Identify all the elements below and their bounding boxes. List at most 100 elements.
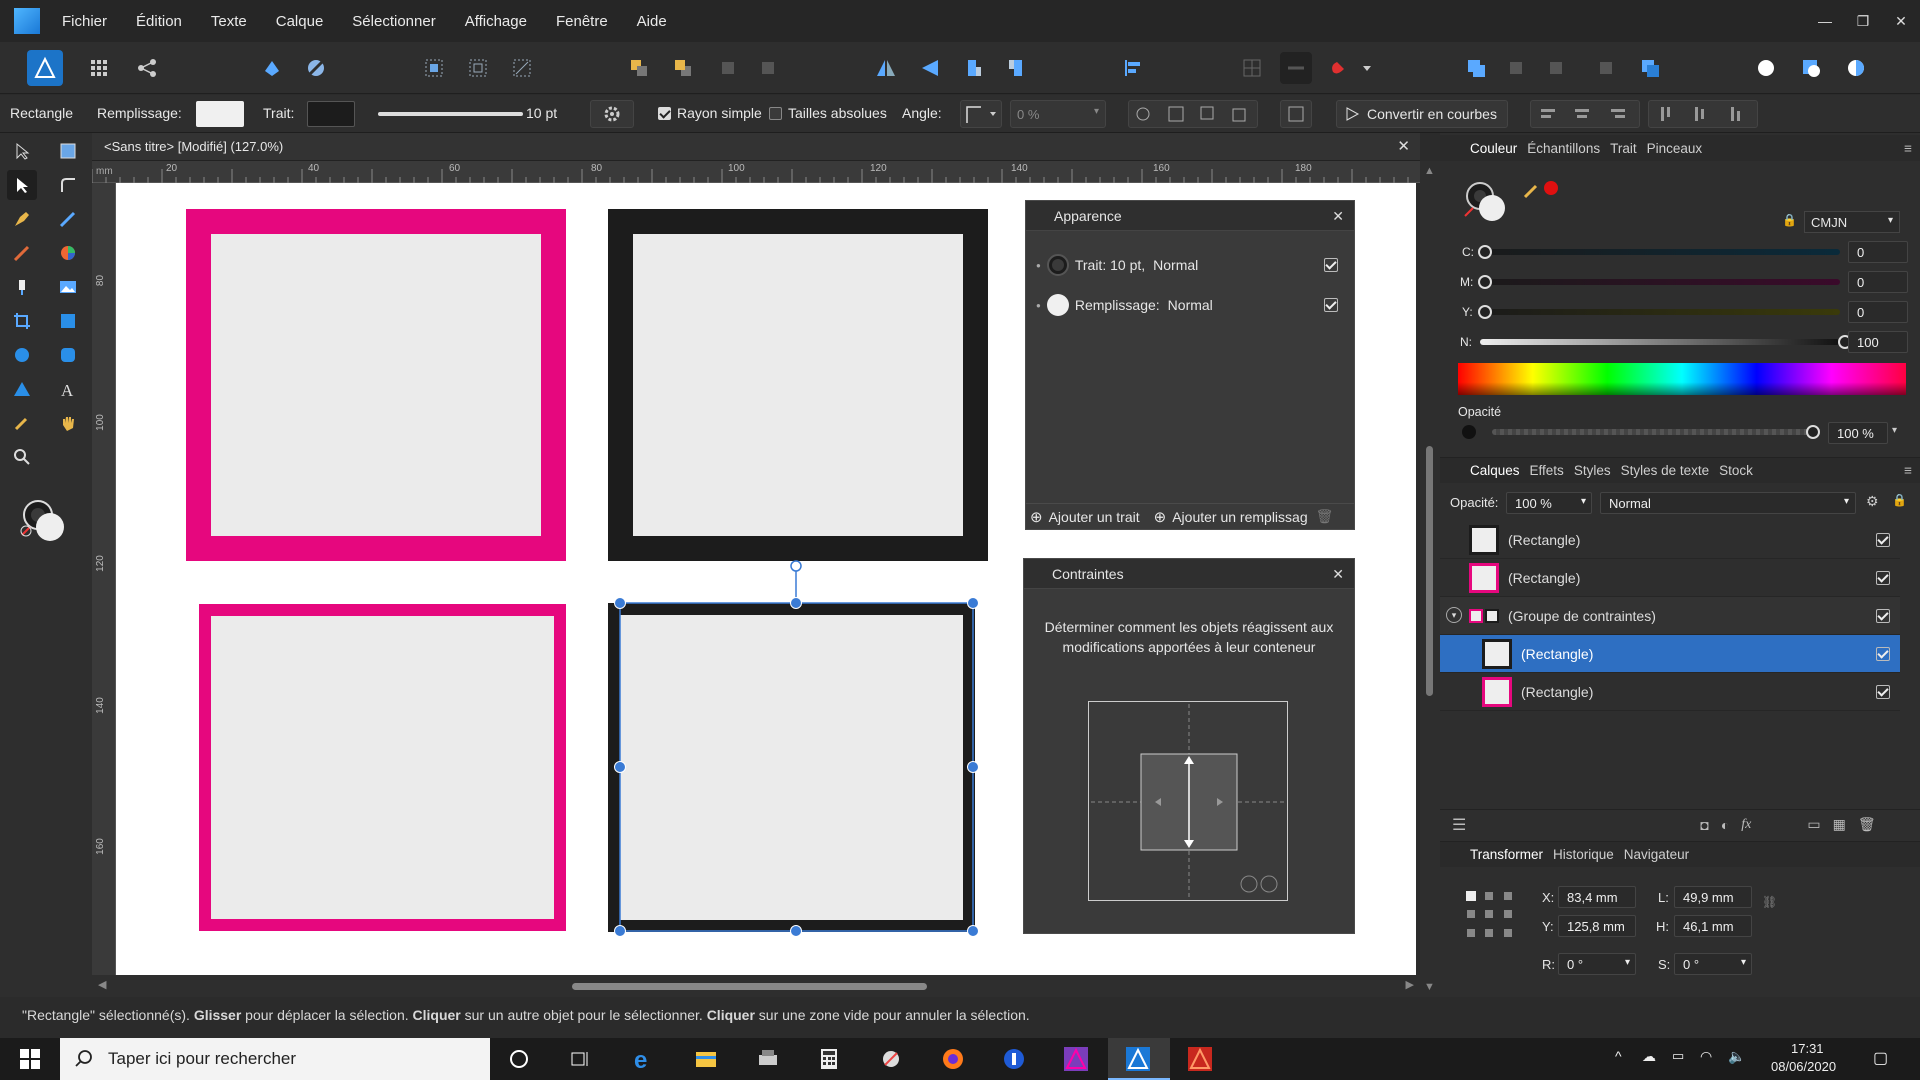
restore-button[interactable]: ❐	[1844, 0, 1882, 42]
volume-icon[interactable]: 🔈	[1728, 1048, 1745, 1065]
cloud-icon[interactable]: ☁	[1642, 1048, 1656, 1065]
layer-opacity-input[interactable]: 100 % ▾	[1506, 492, 1592, 514]
pen-tool[interactable]	[7, 204, 37, 234]
layer-row-selected[interactable]: (Rectangle)	[1440, 635, 1900, 673]
tab-trait[interactable]: Trait	[1610, 141, 1637, 156]
rotation-input[interactable]: 0 ° ▾	[1558, 953, 1636, 975]
wifi-icon[interactable]: ◠	[1700, 1048, 1712, 1065]
tab-historique[interactable]: Historique	[1553, 847, 1614, 862]
channel-y-input[interactable]: 0	[1848, 301, 1908, 323]
reset-shape-button[interactable]	[1280, 100, 1312, 128]
pencil-tool[interactable]	[53, 204, 83, 234]
notifications-icon[interactable]: ▢	[1873, 1048, 1888, 1068]
flip-horizontal-button[interactable]	[870, 52, 902, 84]
align-vertical-group[interactable]	[1648, 100, 1758, 128]
flip-vertical-button[interactable]	[914, 52, 946, 84]
scroll-up-icon[interactable]: ▲	[1424, 165, 1435, 177]
x-input[interactable]: 83,4 mm	[1558, 886, 1636, 908]
arrange-front-button[interactable]	[667, 52, 699, 84]
tab-pinceaux[interactable]: Pinceaux	[1647, 141, 1703, 156]
pink-rectangle-group[interactable]	[199, 604, 566, 931]
affinity-photo-button[interactable]	[1060, 1043, 1092, 1075]
calculator-button[interactable]	[813, 1043, 845, 1075]
black-rectangle[interactable]	[608, 209, 988, 561]
triangle-tool[interactable]	[7, 374, 37, 404]
color-model-select[interactable]: CMJN ▾	[1804, 211, 1900, 233]
app-taskbar-button[interactable]	[752, 1043, 784, 1075]
layer-visible-checkbox[interactable]	[1876, 570, 1890, 585]
vertical-scrollbar[interactable]: ▲ ▼	[1420, 161, 1440, 997]
close-document-icon[interactable]: ✕	[1397, 137, 1410, 155]
shape-handles-group[interactable]	[1128, 100, 1258, 128]
opacity-input[interactable]: 100 %	[1828, 422, 1888, 444]
corner-type-dropdown[interactable]	[960, 100, 1002, 128]
snipping-tool-button[interactable]	[875, 1043, 907, 1075]
show-grid-button[interactable]	[1236, 52, 1268, 84]
crop-tool[interactable]	[7, 306, 37, 336]
pixel-persona-button[interactable]	[83, 52, 115, 84]
affinity-designer-button[interactable]	[1122, 1043, 1154, 1075]
menu-selectionner[interactable]: Sélectionner	[352, 13, 435, 30]
convert-to-curves-button[interactable]: Convertir en courbes	[1336, 100, 1508, 128]
anchor-point-selector[interactable]	[1466, 891, 1516, 941]
opacity-knob[interactable]	[1806, 425, 1820, 439]
tab-couleur[interactable]: Couleur	[1470, 141, 1517, 156]
tab-stock[interactable]: Stock	[1719, 463, 1753, 478]
tab-navigateur[interactable]: Navigateur	[1624, 847, 1689, 862]
layer-visible-checkbox[interactable]	[1876, 532, 1890, 547]
stroke-swatch[interactable]	[307, 101, 355, 127]
start-button[interactable]	[14, 1043, 46, 1075]
channel-m-slider[interactable]	[1480, 279, 1840, 285]
select-all-button[interactable]	[418, 52, 450, 84]
fill-swatch[interactable]	[196, 101, 244, 127]
simple-radius-checkbox[interactable]	[658, 107, 671, 120]
view-tool[interactable]	[53, 408, 83, 438]
menu-texte[interactable]: Texte	[211, 13, 247, 30]
move-tool[interactable]	[7, 136, 37, 166]
corner-tool[interactable]	[53, 170, 83, 200]
panel-menu-icon[interactable]: ≡	[1904, 141, 1912, 156]
lock-icon[interactable]: 🔒	[1782, 213, 1797, 227]
rotate-right-button[interactable]	[1000, 52, 1032, 84]
menu-fenetre[interactable]: Fenêtre	[556, 13, 608, 30]
layers-stack-icon[interactable]: ☰	[1452, 815, 1466, 835]
align-horizontal-group[interactable]	[1530, 100, 1640, 128]
tab-styles-de-texte[interactable]: Styles de texte	[1621, 463, 1710, 478]
firefox-button[interactable]	[937, 1043, 969, 1075]
rounded-rectangle-tool[interactable]	[53, 340, 83, 370]
align-button[interactable]	[1117, 52, 1149, 84]
channel-c-input[interactable]: 0	[1848, 241, 1908, 263]
angle-input[interactable]: 0 % ▾	[1010, 100, 1106, 128]
snapping-button[interactable]	[256, 52, 288, 84]
arrange-backward-button[interactable]	[752, 52, 784, 84]
layer-visible-checkbox[interactable]	[1876, 646, 1890, 661]
black-rectangle-selected[interactable]	[608, 603, 975, 932]
layer-visible-checkbox[interactable]	[1876, 684, 1890, 699]
color-picker-tool[interactable]	[7, 408, 37, 438]
place-image-tool[interactable]	[53, 272, 83, 302]
scroll-down-icon[interactable]: ▼	[1424, 981, 1435, 993]
layer-visible-checkbox[interactable]	[1876, 608, 1890, 623]
menu-fichier[interactable]: Fichier	[62, 13, 107, 30]
menu-aide[interactable]: Aide	[637, 13, 667, 30]
trash-icon[interactable]: 🗑	[1316, 508, 1334, 525]
y-input[interactable]: 125,8 mm	[1558, 915, 1636, 937]
stroke-settings-button[interactable]	[590, 100, 634, 128]
picked-color-swatch[interactable]	[1544, 181, 1558, 195]
constraints-header[interactable]: Contraintes ✕	[1024, 559, 1354, 589]
channel-y-knob[interactable]	[1478, 305, 1492, 319]
constraints-diagram[interactable]	[1088, 701, 1288, 901]
designer-persona-button[interactable]	[27, 50, 63, 86]
pink-rectangle[interactable]	[186, 209, 566, 561]
eyedropper-button[interactable]	[1522, 180, 1542, 200]
mask-icon[interactable]: ◘	[1700, 817, 1708, 833]
cortana-button[interactable]	[503, 1043, 535, 1075]
node-tool[interactable]	[7, 170, 37, 200]
absolute-sizes-checkbox[interactable]	[769, 107, 782, 120]
stroke-width-value[interactable]: 10 pt	[526, 105, 557, 121]
xor-boolean-button[interactable]	[1590, 52, 1622, 84]
ellipse-tool[interactable]	[7, 340, 37, 370]
tab-effets[interactable]: Effets	[1530, 463, 1564, 478]
scroll-left-icon[interactable]: ◀	[98, 978, 106, 991]
fill-tool[interactable]	[53, 238, 83, 268]
